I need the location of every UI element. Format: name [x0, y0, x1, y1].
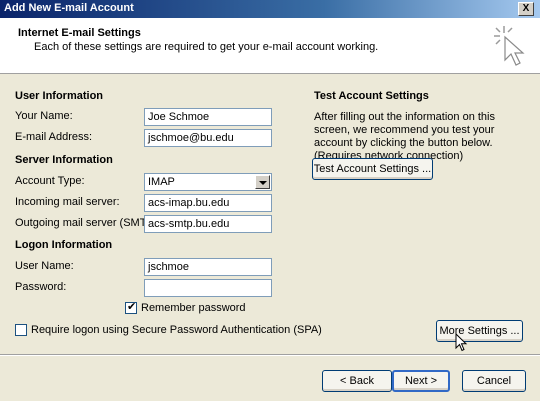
sparkle-cursor-icon [494, 26, 525, 66]
more-settings-button[interactable]: More Settings ... [436, 320, 523, 342]
outgoing-server-label: Outgoing mail server (SMTP): [15, 217, 161, 229]
back-button[interactable]: < Back [322, 370, 392, 392]
account-type-label: Account Type: [15, 175, 85, 187]
cancel-button[interactable]: Cancel [462, 370, 526, 392]
test-settings-description: After filling out the information on thi… [314, 111, 495, 162]
window-title: Add New E-mail Account [4, 2, 134, 14]
user-name-field[interactable]: jschmoe [144, 258, 272, 276]
incoming-server-label: Incoming mail server: [15, 196, 120, 208]
test-settings-heading: Test Account Settings [314, 90, 429, 102]
next-button[interactable]: Next > [392, 370, 450, 392]
header-subtitle: Each of these settings are required to g… [34, 41, 379, 53]
incoming-server-field[interactable]: acs-imap.bu.edu [144, 194, 272, 212]
password-label: Password: [15, 281, 67, 293]
test-account-settings-button[interactable]: Test Account Settings ... [312, 158, 433, 180]
wizard-header: Internet E-mail Settings Each of these s… [0, 18, 540, 74]
user-name-label: User Name: [15, 260, 74, 272]
header-title: Internet E-mail Settings [18, 27, 141, 39]
spa-checkbox[interactable] [15, 324, 27, 336]
spa-label: Require logon using Secure Password Auth… [31, 324, 322, 336]
footer-divider [0, 354, 540, 356]
your-name-field[interactable]: Joe Schmoe [144, 108, 272, 126]
title-bar[interactable]: Add New E-mail Account X [0, 0, 540, 18]
close-button[interactable]: X [518, 2, 534, 16]
server-info-heading: Server Information [15, 154, 113, 166]
remember-password-checkbox[interactable] [125, 300, 137, 314]
remember-password-label: Remember password [141, 302, 246, 314]
user-info-heading: User Information [15, 90, 104, 102]
email-address-label: E-mail Address: [15, 131, 93, 143]
account-type-select[interactable]: IMAP [144, 173, 272, 191]
outgoing-server-field[interactable]: acs-smtp.bu.edu [144, 215, 272, 233]
logon-info-heading: Logon Information [15, 239, 113, 251]
password-field[interactable] [144, 279, 272, 297]
account-type-value: IMAP [148, 176, 175, 188]
your-name-label: Your Name: [15, 110, 73, 122]
mouse-pointer-icon [455, 333, 468, 352]
email-address-field[interactable]: jschmoe@bu.edu [144, 129, 272, 147]
chevron-down-icon[interactable] [255, 175, 270, 189]
